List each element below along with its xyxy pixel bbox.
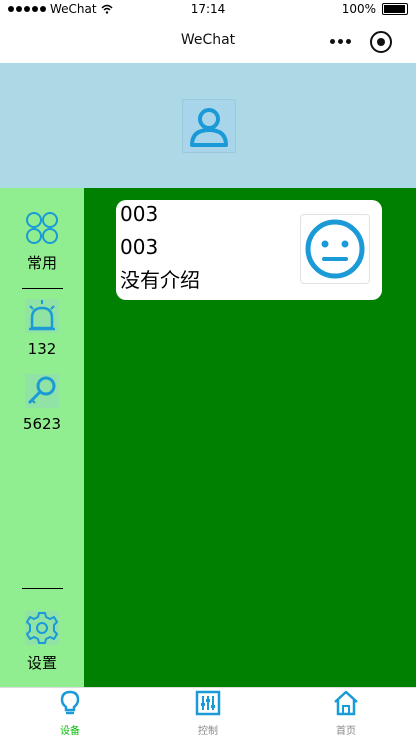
- sidebar-item-alarm[interactable]: 132: [0, 298, 84, 358]
- sidebar-item-label: 常用: [26, 254, 57, 272]
- main-content: 003 003 没有介绍: [84, 188, 416, 687]
- home-icon: [334, 690, 358, 716]
- tab-control[interactable]: 控制: [178, 690, 238, 737]
- status-right: 100%: [342, 2, 408, 16]
- sidebar-divider: [22, 588, 63, 589]
- sidebar-item-search[interactable]: 5623: [0, 373, 84, 433]
- tab-bar: 设备 控制 首页: [0, 687, 416, 737]
- gear-icon: [25, 611, 59, 645]
- sidebar-item-settings[interactable]: 设置: [0, 610, 84, 673]
- status-bar: WeChat 17:14 100%: [0, 0, 416, 20]
- card-thumbnail: [300, 214, 370, 284]
- card-name: 003: [120, 235, 159, 259]
- sliders-icon: [195, 690, 221, 716]
- alarm-light-icon: [25, 299, 59, 333]
- grid-icon: [26, 212, 58, 244]
- user-icon: [190, 108, 228, 147]
- sidebar-item-common[interactable]: 常用: [0, 210, 84, 273]
- device-card[interactable]: 003 003 没有介绍: [116, 200, 382, 300]
- card-description: 没有介绍: [120, 268, 200, 292]
- tab-home[interactable]: 首页: [316, 690, 376, 737]
- sidebar-item-label: 5623: [22, 415, 62, 433]
- sidebar-item-label: 132: [27, 340, 57, 358]
- sidebar: 常用 132 5623 设置: [0, 188, 84, 687]
- tab-devices[interactable]: 设备: [40, 690, 100, 737]
- sidebar-divider: [22, 288, 63, 289]
- profile-header: [0, 63, 416, 188]
- search-key-icon: [25, 374, 59, 408]
- more-menu-icon[interactable]: [330, 39, 351, 44]
- nav-title: WeChat: [180, 32, 236, 48]
- battery-percent: 100%: [341, 2, 376, 16]
- bulb-icon: [60, 690, 80, 715]
- avatar[interactable]: [182, 99, 236, 153]
- nav-bar: WeChat: [0, 20, 416, 63]
- neutral-face-icon: [305, 219, 365, 279]
- card-id: 003: [120, 202, 159, 226]
- close-miniprogram-icon[interactable]: [370, 31, 392, 53]
- battery-icon: [382, 3, 408, 15]
- sidebar-item-label: 设置: [26, 654, 57, 672]
